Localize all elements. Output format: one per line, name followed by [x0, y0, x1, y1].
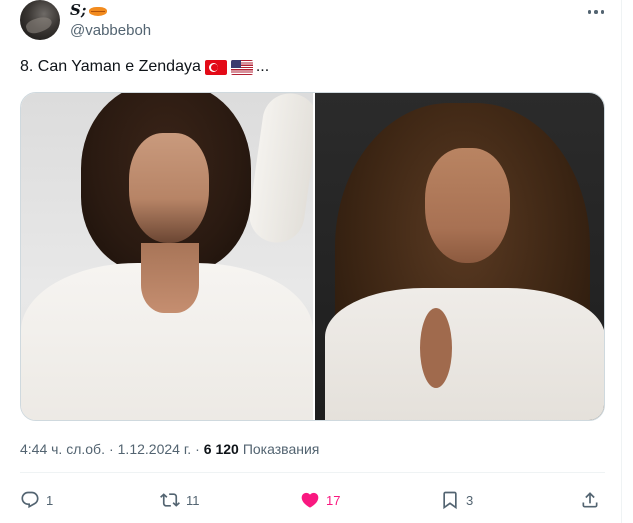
retweet-button[interactable]: 11 [160, 485, 200, 515]
tweet-body: 8. Can Yaman e Zendaya [20, 58, 201, 75]
usa-flag-icon [230, 59, 253, 75]
like-icon [301, 492, 319, 508]
divider [20, 472, 605, 473]
turkey-flag-icon [204, 59, 227, 75]
views-label: Показвания [242, 441, 320, 457]
tweet-media[interactable] [20, 92, 605, 421]
tweet-ellipsis: ... [255, 58, 270, 75]
like-button[interactable]: 17 [300, 485, 340, 515]
reply-count: 1 [46, 492, 54, 508]
meta-separator: · [108, 441, 114, 457]
lips-emoji-icon [89, 6, 108, 16]
author-handle[interactable]: @vabbeboh [70, 22, 151, 39]
bookmark-count: 3 [466, 492, 474, 508]
bookmark-button[interactable]: 3 [440, 485, 473, 515]
tweet-date[interactable]: 1.12.2024 г. [118, 441, 191, 457]
tweet-card: S; @vabbeboh 8. Can Yaman e Zendaya ... … [0, 0, 622, 523]
display-name[interactable]: S; [70, 1, 86, 19]
retweet-count: 11 [186, 492, 200, 508]
media-photo-left[interactable] [21, 93, 322, 420]
retweet-icon [160, 493, 180, 507]
reply-button[interactable]: 1 [20, 485, 53, 515]
media-photo-right[interactable] [313, 93, 604, 420]
action-bar: 1 11 17 3 [20, 485, 605, 515]
tweet-text: 8. Can Yaman e Zendaya ... [20, 58, 269, 76]
share-button[interactable] [580, 485, 600, 515]
bookmark-icon [443, 491, 457, 510]
views-count[interactable]: 6 120 [204, 441, 239, 457]
reply-icon [21, 491, 39, 509]
more-options-button[interactable] [583, 2, 609, 22]
avatar[interactable] [20, 0, 60, 40]
author-name-row[interactable]: S; [70, 1, 108, 19]
share-icon [582, 492, 598, 508]
tweet-time[interactable]: 4:44 ч. сл.об. [20, 441, 105, 457]
more-icon [587, 10, 592, 14]
like-count: 17 [326, 492, 341, 508]
meta-separator: · [195, 441, 200, 457]
tweet-meta: 4:44 ч. сл.об. · 1.12.2024 г. · 6 120 По… [20, 441, 319, 457]
